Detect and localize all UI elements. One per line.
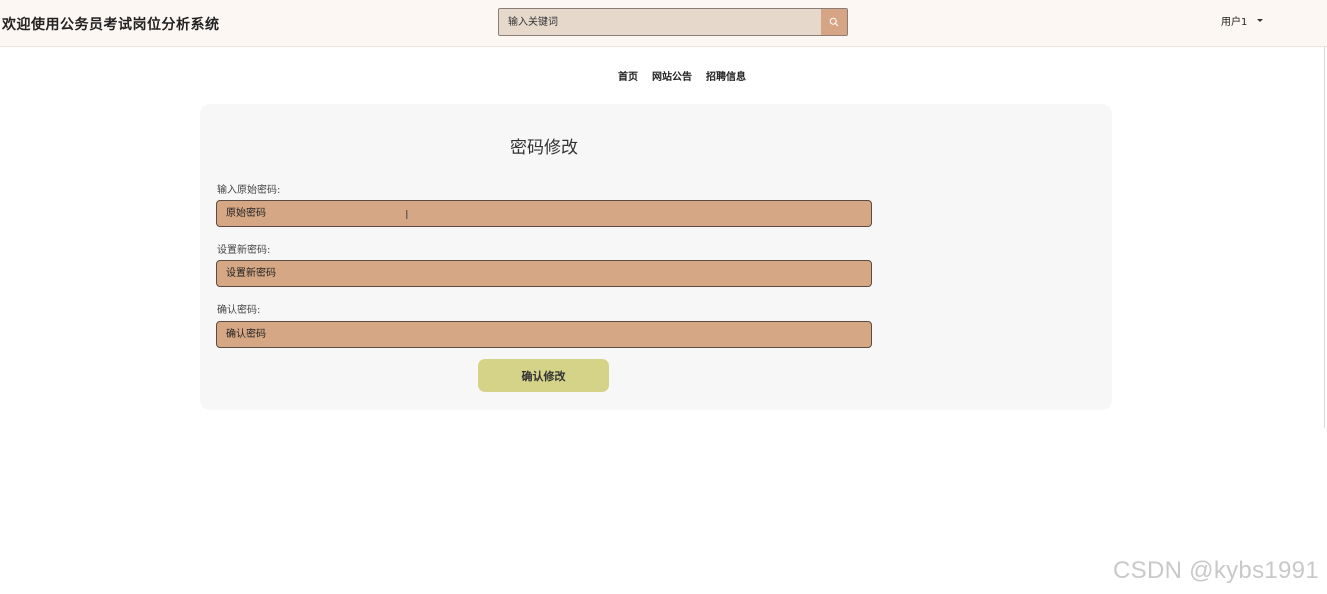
- confirm-password-label: 确认密码:: [217, 305, 261, 316]
- watermark: CSDN @kybs1991: [1113, 557, 1319, 584]
- user-menu[interactable]: 用户1: [1221, 13, 1264, 28]
- nav-item-home[interactable]: 首页: [618, 68, 638, 83]
- new-password-label: 设置新密码:: [217, 245, 271, 256]
- old-password-field[interactable]: [216, 200, 872, 227]
- confirm-password-field[interactable]: [216, 321, 872, 348]
- old-password-label: 输入原始密码:: [217, 185, 281, 196]
- confirm-change-button[interactable]: 确认修改: [478, 359, 609, 392]
- chevron-down-icon: [1257, 19, 1264, 22]
- search-bar: [498, 8, 848, 36]
- main-nav: 首页 网站公告 招聘信息: [0, 68, 1327, 83]
- user-name: 用户1: [1221, 17, 1248, 28]
- text-cursor-icon: I: [405, 208, 409, 222]
- top-header: 欢迎使用公务员考试岗位分析系统 用户1: [0, 0, 1327, 47]
- app-title: 欢迎使用公务员考试岗位分析系统: [2, 17, 220, 33]
- nav-item-recruitment[interactable]: 招聘信息: [706, 68, 746, 83]
- scrollbar-edge: [1324, 46, 1325, 428]
- search-icon: [829, 17, 839, 27]
- search-input[interactable]: [499, 9, 821, 35]
- page-title: 密码修改: [510, 138, 578, 158]
- search-button[interactable]: [821, 9, 847, 35]
- password-form-card: 密码修改 输入原始密码: 设置新密码: 确认密码: 确认修改: [200, 104, 1112, 410]
- nav-item-announcements[interactable]: 网站公告: [652, 68, 692, 83]
- new-password-field[interactable]: [216, 260, 872, 287]
